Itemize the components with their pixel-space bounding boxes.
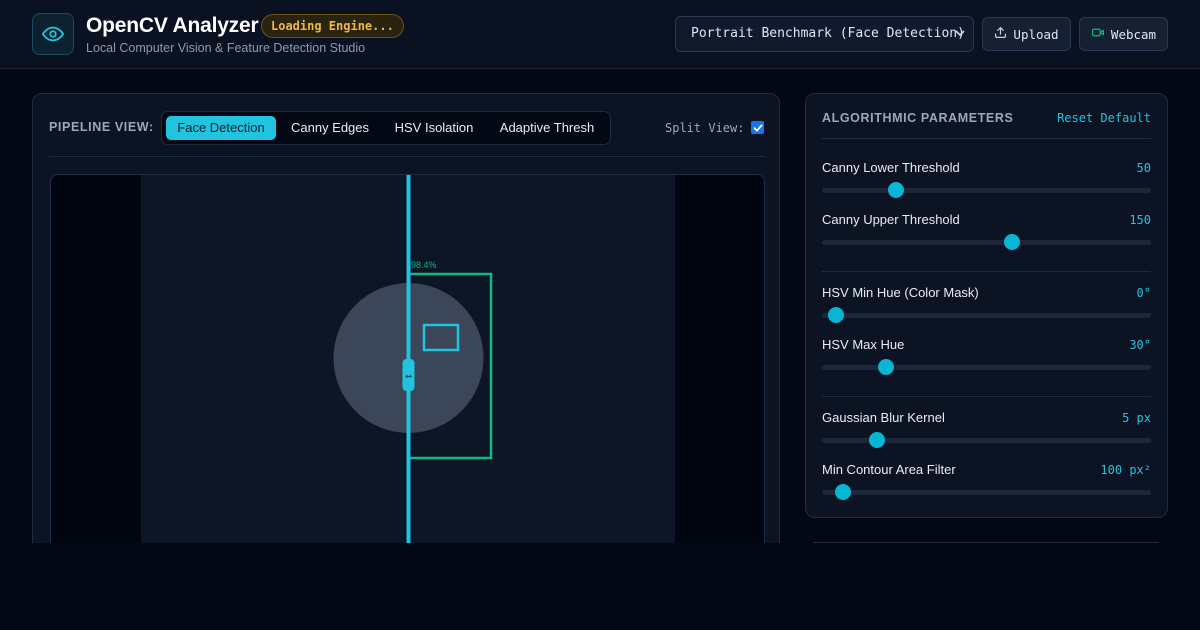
section-divider bbox=[822, 396, 1151, 397]
arrows-horizontal-icon: ↔ bbox=[405, 372, 412, 381]
param-label: Min Contour Area Filter bbox=[822, 462, 956, 477]
tab-face-detection[interactable]: Face Detection bbox=[166, 116, 276, 140]
bottom-area bbox=[0, 543, 1200, 630]
param-value: 5 px bbox=[1122, 411, 1151, 425]
upload-label: Upload bbox=[1013, 26, 1059, 42]
param-value: 50 bbox=[1136, 161, 1151, 175]
slider-thumb[interactable] bbox=[887, 182, 904, 198]
preset-select-value: Portrait Benchmark (Face Detection) bbox=[691, 26, 965, 41]
param-value: 150 bbox=[1129, 213, 1151, 227]
slider-thumb[interactable] bbox=[828, 307, 845, 323]
app-title: OpenCV Analyzer bbox=[86, 14, 259, 37]
panel-divider bbox=[49, 156, 765, 157]
section-divider bbox=[822, 271, 1151, 272]
param-value: 100 px² bbox=[1100, 463, 1151, 477]
param-label: HSV Max Hue bbox=[822, 337, 905, 352]
eye-icon bbox=[32, 13, 74, 55]
engine-status-badge: Loading Engine... bbox=[261, 14, 404, 38]
preset-select[interactable]: Portrait Benchmark (Face Detection) bbox=[675, 16, 974, 52]
canny-upper-slider[interactable] bbox=[822, 234, 1151, 250]
webcam-label: Webcam bbox=[1110, 26, 1157, 42]
chevron-down-icon bbox=[955, 17, 965, 51]
app-header: OpenCV Analyzer Loading Engine... Local … bbox=[0, 0, 1200, 69]
param-value: 30° bbox=[1129, 338, 1151, 352]
checkmark-icon bbox=[753, 124, 762, 132]
param-value: 0° bbox=[1136, 286, 1151, 300]
reset-default-button[interactable]: Reset Default bbox=[1057, 111, 1151, 125]
split-view-checkbox[interactable] bbox=[751, 121, 764, 134]
upload-icon bbox=[994, 26, 1007, 42]
pipeline-view-label: PIPELINE VIEW: bbox=[49, 120, 154, 134]
app-subtitle: Local Computer Vision & Feature Detectio… bbox=[86, 41, 366, 55]
hsv-min-hue-slider[interactable] bbox=[822, 307, 1151, 323]
preview-canvas[interactable]: 98.4% ↔ bbox=[50, 174, 765, 552]
parameters-panel: ALGORITHMIC PARAMETERS Reset Default Can… bbox=[805, 93, 1168, 518]
params-divider bbox=[822, 138, 1151, 139]
canny-lower-slider[interactable] bbox=[822, 182, 1151, 198]
tab-canny-edges[interactable]: Canny Edges bbox=[280, 116, 380, 140]
param-label: Gaussian Blur Kernel bbox=[822, 410, 945, 425]
min-contour-area-slider[interactable] bbox=[822, 484, 1151, 500]
confidence-label: 98.4% bbox=[411, 260, 437, 270]
pipeline-panel: PIPELINE VIEW: Face Detection Canny Edge… bbox=[32, 93, 780, 553]
split-view-label: Split View: bbox=[665, 121, 745, 135]
bottom-divider bbox=[813, 542, 1159, 543]
slider-thumb[interactable] bbox=[834, 484, 851, 500]
tab-adaptive-thresh[interactable]: Adaptive Thresh bbox=[488, 116, 606, 140]
param-label: Canny Upper Threshold bbox=[822, 212, 960, 227]
gaussian-blur-slider[interactable] bbox=[822, 432, 1151, 448]
pipeline-tabs: Face Detection Canny Edges HSV Isolation… bbox=[161, 111, 611, 145]
slider-thumb[interactable] bbox=[1003, 234, 1020, 250]
param-label: HSV Min Hue (Color Mask) bbox=[822, 285, 979, 300]
slider-thumb[interactable] bbox=[878, 359, 895, 375]
video-camera-icon bbox=[1091, 26, 1105, 42]
tab-hsv-isolation[interactable]: HSV Isolation bbox=[384, 116, 484, 140]
webcam-button[interactable]: Webcam bbox=[1079, 17, 1168, 51]
param-label: Canny Lower Threshold bbox=[822, 160, 960, 175]
params-title: ALGORITHMIC PARAMETERS bbox=[822, 111, 1014, 125]
hsv-max-hue-slider[interactable] bbox=[822, 359, 1151, 375]
upload-button[interactable]: Upload bbox=[982, 17, 1071, 51]
slider-thumb[interactable] bbox=[868, 432, 885, 448]
